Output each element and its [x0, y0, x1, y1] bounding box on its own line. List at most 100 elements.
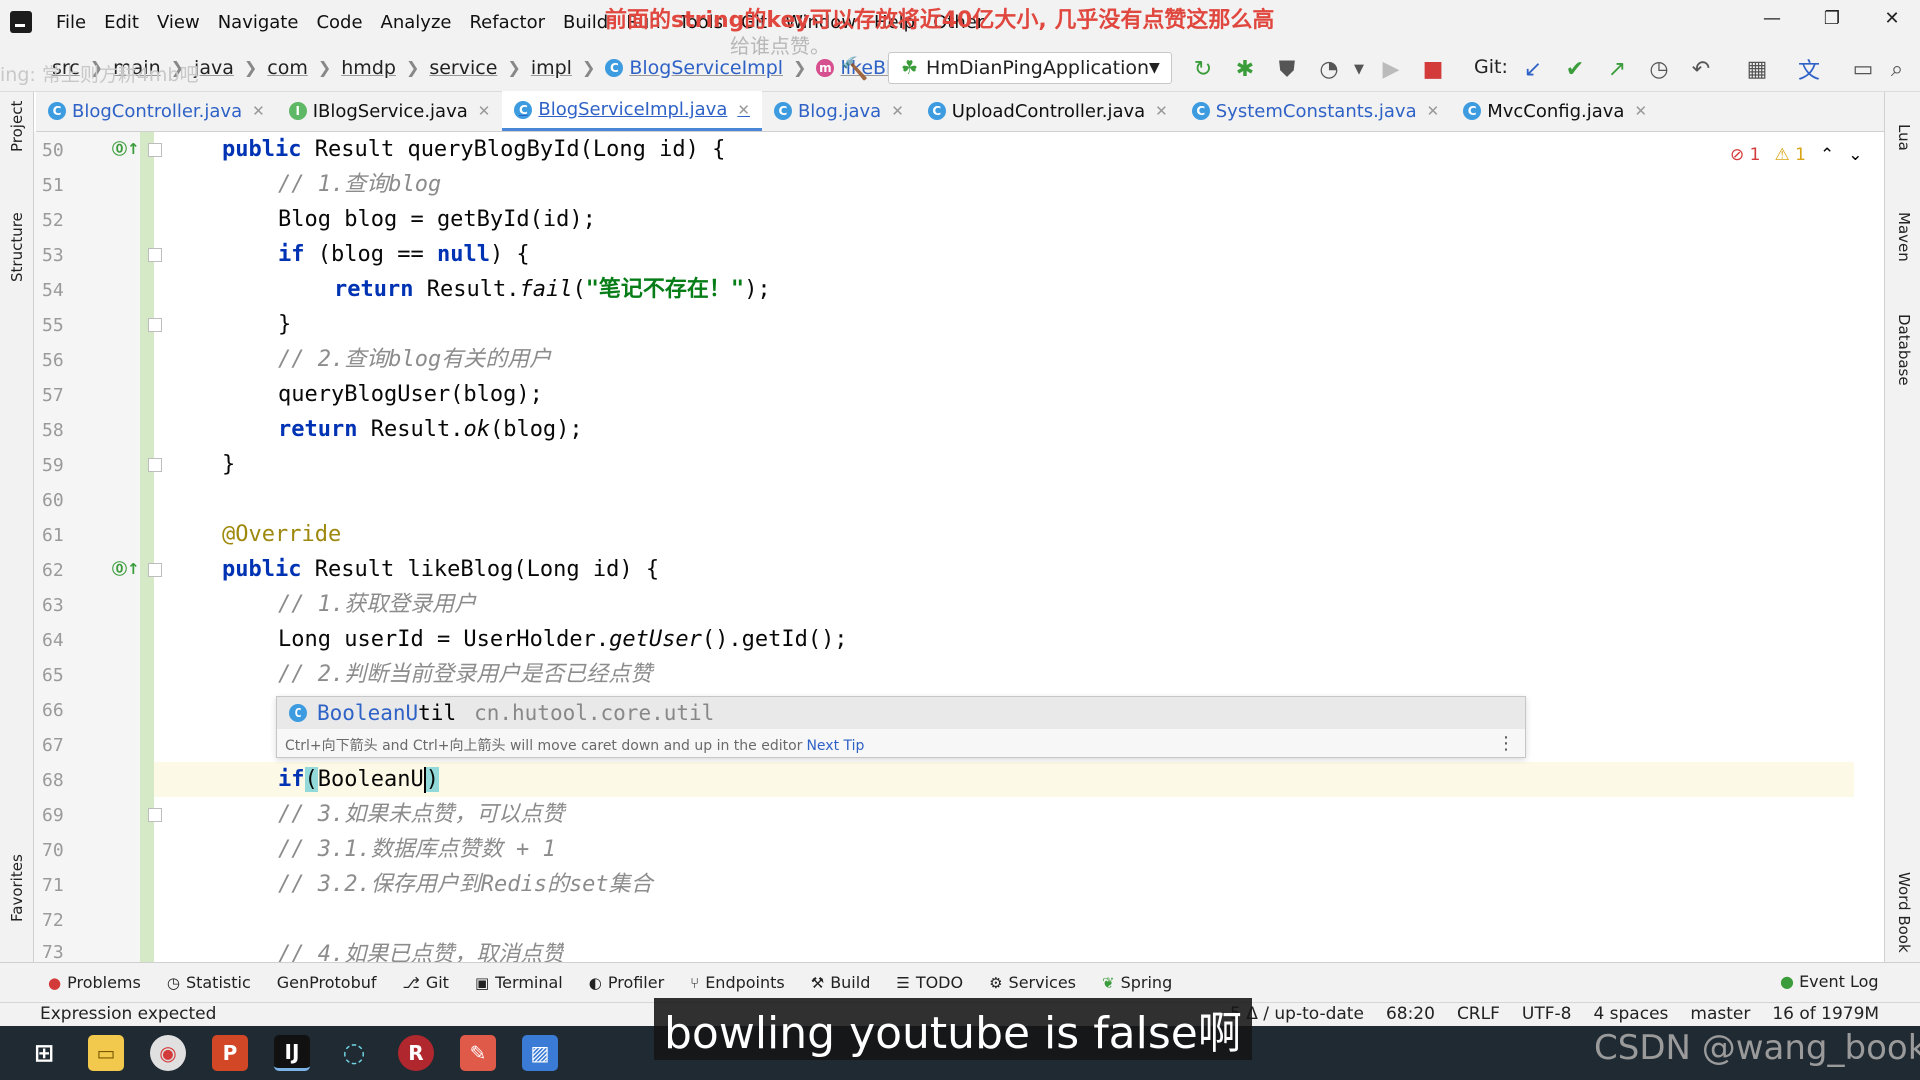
indent-setting[interactable]: 4 spaces: [1593, 1004, 1668, 1024]
drawing-tool-icon[interactable]: ✎: [460, 1035, 496, 1071]
fold-marker-icon[interactable]: [148, 248, 162, 262]
menu-file[interactable]: File: [56, 12, 86, 33]
translate-icon[interactable]: 文: [1796, 56, 1822, 84]
profile-icon[interactable]: ◔: [1316, 56, 1342, 82]
tab-mvc-config[interactable]: C MvcConfig.java ✕: [1451, 91, 1659, 131]
menu-navigate[interactable]: Navigate: [218, 12, 299, 33]
rerun-icon[interactable]: ↻: [1190, 56, 1216, 82]
menu-analyze[interactable]: Analyze: [381, 12, 452, 33]
menu-code[interactable]: Code: [316, 12, 362, 33]
file-explorer-icon[interactable]: ▭: [88, 1035, 124, 1071]
file-encoding[interactable]: UTF-8: [1522, 1004, 1572, 1024]
browser-icon[interactable]: ◌: [336, 1035, 372, 1071]
code-completion-popup[interactable]: C BooleanUtil cn.hutool.core.util Ctrl+向…: [276, 696, 1526, 758]
services-tool-button[interactable]: ⚙ Services: [989, 973, 1076, 992]
tab-blog-service-impl[interactable]: C BlogServiceImpl.java ✕: [502, 91, 762, 131]
maximize-button[interactable]: ❐: [1802, 0, 1862, 36]
structure-tool-button[interactable]: Structure: [8, 212, 26, 282]
chevron-up-icon[interactable]: ⌃: [1820, 145, 1834, 165]
breadcrumb-com[interactable]: com: [267, 57, 308, 79]
breadcrumb-service[interactable]: service: [429, 57, 497, 79]
menu-refactor[interactable]: Refactor: [469, 12, 545, 33]
build-tool-button[interactable]: ⚒ Build: [811, 973, 871, 992]
build-hammer-icon[interactable]: 🔨: [841, 56, 868, 82]
more-options-icon[interactable]: ⋮: [1497, 733, 1515, 754]
breadcrumb-java[interactable]: java: [194, 57, 234, 79]
tab-upload-controller[interactable]: C UploadController.java ✕: [916, 91, 1180, 131]
fold-marker-icon[interactable]: [148, 143, 162, 157]
debug-icon[interactable]: ✱: [1232, 56, 1258, 82]
redis-desktop-icon[interactable]: R: [398, 1035, 434, 1071]
maven-tool-button[interactable]: Maven: [1895, 212, 1913, 262]
caret-position[interactable]: 68:20: [1386, 1004, 1435, 1024]
breadcrumb-hmdp[interactable]: hmdp: [341, 57, 396, 79]
image-viewer-icon[interactable]: ▨: [522, 1035, 558, 1071]
chrome-icon[interactable]: ◉: [150, 1035, 186, 1071]
database-tool-button[interactable]: Database: [1895, 314, 1913, 386]
windows-start-icon[interactable]: ⊞: [26, 1035, 62, 1071]
memory-indicator[interactable]: 16 of 1979M: [1772, 1004, 1879, 1024]
minimize-button[interactable]: —: [1742, 0, 1802, 36]
menu-view[interactable]: View: [157, 12, 200, 33]
terminal-tool-button[interactable]: ▣ Terminal: [475, 973, 563, 992]
ide-window: File Edit View Navigate Code Analyze Ref…: [0, 0, 1920, 1080]
git-update-icon[interactable]: ↙: [1520, 56, 1546, 82]
fold-marker-icon[interactable]: [148, 563, 162, 577]
close-tab-icon[interactable]: ✕: [1634, 102, 1647, 120]
line-separator[interactable]: CRLF: [1457, 1004, 1500, 1024]
chevron-down-icon[interactable]: ⌄: [1848, 145, 1862, 165]
favorites-tool-button[interactable]: Favorites: [8, 854, 26, 922]
git-push-icon[interactable]: ↗: [1604, 56, 1630, 82]
profiler-tool-button[interactable]: ◐ Profiler: [589, 973, 664, 992]
coverage-icon[interactable]: ⛊: [1274, 56, 1300, 82]
event-log-button[interactable]: ● Event Log: [1780, 972, 1879, 991]
close-tab-icon[interactable]: ✕: [478, 102, 491, 120]
lua-tool-button[interactable]: Lua: [1895, 124, 1913, 151]
close-button[interactable]: ✕: [1862, 0, 1920, 36]
code-text: BooleanU: [317, 767, 424, 792]
override-marker-icon[interactable]: ⓪↑: [112, 558, 140, 579]
tab-blog[interactable]: C Blog.java ✕: [762, 91, 916, 131]
breadcrumb-impl[interactable]: impl: [531, 57, 572, 79]
statistic-tool-button[interactable]: ◷ Statistic: [167, 973, 251, 992]
search-icon[interactable]: ⌕: [1884, 56, 1910, 82]
close-tab-icon[interactable]: ✕: [737, 101, 750, 119]
breadcrumb-class[interactable]: BlogServiceImpl: [629, 57, 783, 79]
history-icon[interactable]: ◷: [1646, 56, 1672, 82]
spring-tool-button[interactable]: ❦ Spring: [1102, 973, 1172, 992]
menu-edit[interactable]: Edit: [104, 12, 139, 33]
fold-marker-icon[interactable]: [148, 808, 162, 822]
chevron-down-icon[interactable]: ▼: [1346, 56, 1372, 82]
override-marker-icon[interactable]: ⓪↑: [112, 138, 140, 159]
run-configuration-select[interactable]: ☘ HmDianPingApplication ▼: [888, 52, 1172, 84]
powerpoint-icon[interactable]: P: [212, 1035, 248, 1071]
fold-marker-icon[interactable]: [148, 458, 162, 472]
project-tool-button[interactable]: Project: [8, 101, 26, 152]
tab-blog-controller[interactable]: C BlogController.java ✕: [36, 91, 277, 131]
git-tool-button[interactable]: ⎇ Git: [403, 973, 449, 992]
endpoints-tool-button[interactable]: ⑂ Endpoints: [690, 973, 785, 992]
todo-tool-button[interactable]: ☰ TODO: [896, 973, 963, 992]
menu-build[interactable]: Build: [563, 12, 608, 33]
intellij-idea-icon[interactable]: IJ: [274, 1035, 310, 1071]
run-icon[interactable]: ▶: [1378, 56, 1404, 82]
fold-marker-icon[interactable]: [148, 318, 162, 332]
project-structure-icon[interactable]: ▦: [1744, 56, 1770, 82]
genprotobuf-tool-button[interactable]: GenProtobuf: [277, 973, 377, 992]
completion-item[interactable]: C BooleanUtil cn.hutool.core.util: [277, 697, 1525, 729]
tab-system-constants[interactable]: C SystemConstants.java ✕: [1180, 91, 1451, 131]
next-tip-link[interactable]: Next Tip: [806, 738, 864, 754]
close-tab-icon[interactable]: ✕: [891, 102, 904, 120]
stop-icon[interactable]: ■: [1420, 56, 1446, 82]
rollback-icon[interactable]: ↶: [1688, 56, 1714, 82]
close-tab-icon[interactable]: ✕: [1155, 102, 1168, 120]
problems-tool-button[interactable]: ● Problems: [48, 973, 141, 992]
tab-iblog-service[interactable]: I IBlogService.java ✕: [277, 91, 503, 131]
git-commit-icon[interactable]: ✔: [1562, 56, 1588, 82]
git-branch[interactable]: master: [1690, 1004, 1750, 1024]
layout-icon[interactable]: ▭: [1850, 56, 1876, 82]
inspection-widget[interactable]: ⊘ 1 ⚠ 1 ⌃ ⌄: [1730, 145, 1862, 165]
close-tab-icon[interactable]: ✕: [1427, 102, 1440, 120]
close-tab-icon[interactable]: ✕: [252, 102, 265, 120]
word-book-tool-button[interactable]: Word Book: [1895, 872, 1913, 953]
